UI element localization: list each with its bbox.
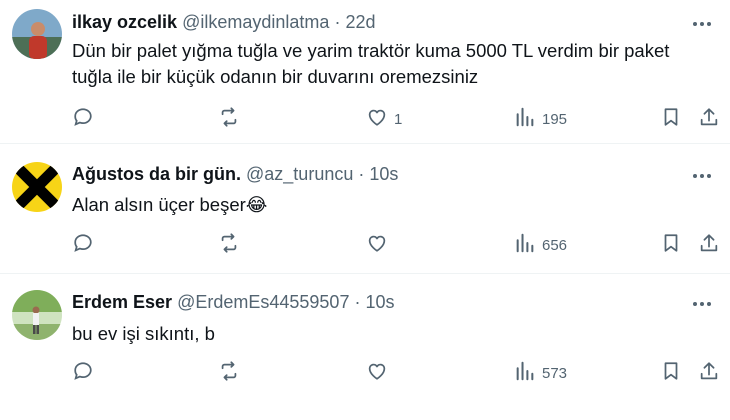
separator: · <box>334 12 341 32</box>
heart-icon <box>366 360 388 386</box>
author-handle[interactable]: @ilkemaydinlatma <box>182 12 329 32</box>
retweet-button[interactable] <box>218 232 240 258</box>
heart-icon <box>366 232 388 258</box>
bookmark-icon <box>660 360 682 386</box>
views-icon <box>514 360 536 386</box>
bookmark-icon <box>660 232 682 258</box>
timestamp[interactable]: 10s <box>366 292 395 312</box>
author-name[interactable]: Erdem Eser <box>72 292 172 312</box>
separator: · <box>358 164 365 184</box>
retweet-button[interactable] <box>218 360 240 386</box>
bookmark-button[interactable] <box>660 360 682 386</box>
reply-icon <box>72 360 94 386</box>
tweet-az-turuncu[interactable]: Ağustos da bir gün. @az_turuncu · 10s Al… <box>0 144 730 270</box>
view-count: 573 <box>542 364 568 382</box>
bookmark-button[interactable] <box>660 106 682 132</box>
tweet-erdem-eser[interactable]: Erdem Eser @ErdemEs44559507 · 10s bu ev … <box>0 274 730 420</box>
more-icon[interactable] <box>690 12 714 36</box>
bookmark-button[interactable] <box>660 232 682 258</box>
tweet-text: bu ev işi sıkıntı, b <box>72 323 215 344</box>
timestamp[interactable]: 22d <box>345 12 375 32</box>
like-button[interactable]: 1 <box>366 106 402 132</box>
reply-button[interactable] <box>72 232 94 258</box>
views-button[interactable]: 656 <box>514 232 567 258</box>
view-count: 195 <box>542 110 568 128</box>
author-handle[interactable]: @ErdemEs44559507 <box>177 292 349 312</box>
tweet-ilkay[interactable]: ilkay ozcelik @ilkemaydinlatma · 22d Dün… <box>0 0 730 140</box>
retweet-button[interactable] <box>218 106 240 132</box>
avatar[interactable] <box>12 162 62 212</box>
share-button[interactable] <box>698 360 720 386</box>
share-button[interactable] <box>698 232 720 258</box>
share-icon <box>698 232 720 258</box>
views-icon <box>514 106 536 132</box>
separator: · <box>354 292 361 312</box>
share-button[interactable] <box>698 106 720 132</box>
bookmark-icon <box>660 106 682 132</box>
share-icon <box>698 360 720 386</box>
avatar[interactable] <box>12 290 62 340</box>
tweet-text: Dün bir palet yığma tuğla ve yarim trakt… <box>72 40 670 87</box>
views-button[interactable]: 195 <box>514 106 567 132</box>
tweet-text: Alan alsın üçer beşer😂 <box>72 194 268 215</box>
reply-icon <box>72 106 94 132</box>
retweet-icon <box>218 360 240 386</box>
avatar[interactable] <box>12 9 62 59</box>
author-name[interactable]: Ağustos da bir gün. <box>72 164 241 184</box>
reply-icon <box>72 232 94 258</box>
more-icon[interactable] <box>690 164 714 188</box>
author-handle[interactable]: @az_turuncu <box>246 164 353 184</box>
heart-icon <box>366 106 388 132</box>
like-count: 1 <box>394 110 403 128</box>
retweet-icon <box>218 106 240 132</box>
reply-button[interactable] <box>72 360 94 386</box>
view-count: 656 <box>542 236 568 254</box>
more-icon[interactable] <box>690 292 714 316</box>
views-button[interactable]: 573 <box>514 360 567 386</box>
like-button[interactable] <box>366 360 388 386</box>
views-icon <box>514 232 536 258</box>
retweet-icon <box>218 232 240 258</box>
author-name[interactable]: ilkay ozcelik <box>72 12 177 32</box>
reply-button[interactable] <box>72 106 94 132</box>
share-icon <box>698 106 720 132</box>
like-button[interactable] <box>366 232 388 258</box>
timestamp[interactable]: 10s <box>369 164 398 184</box>
